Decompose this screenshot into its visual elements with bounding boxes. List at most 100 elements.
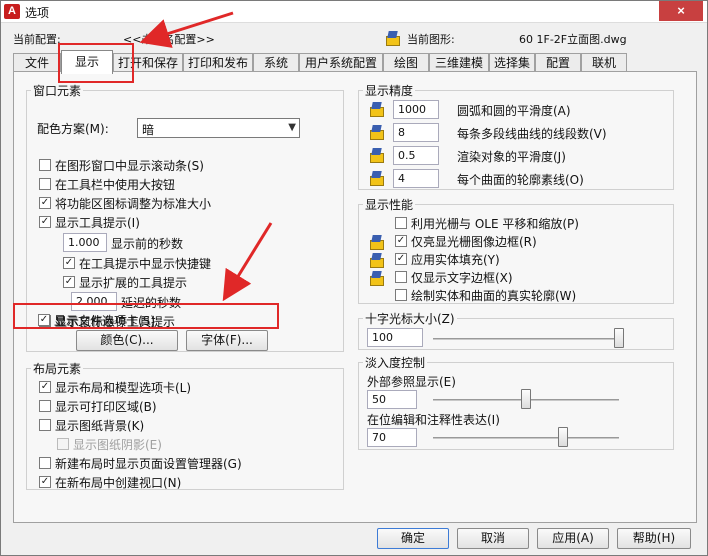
checkbox-layout-model-tabs[interactable]: ✓ bbox=[39, 381, 51, 393]
help-button[interactable]: 帮助(H) bbox=[617, 528, 691, 549]
label-extended-tooltips: 显示扩展的工具提示 bbox=[79, 276, 188, 290]
tab-user-preferences[interactable]: 用户系统配置 bbox=[299, 53, 383, 73]
checkbox-solid-fill[interactable]: ✓ bbox=[395, 253, 407, 265]
tooltip-delay-label: 显示前的秒数 bbox=[111, 237, 184, 251]
color-scheme-label: 配色方案(M): bbox=[37, 122, 109, 136]
crosshair-size-group: 十字光标大小(Z) 100 bbox=[358, 310, 674, 350]
checkbox-show-scrollbars[interactable] bbox=[39, 159, 51, 171]
display-performance-title: 显示性能 bbox=[363, 196, 416, 213]
checkbox-raster-frame-only[interactable]: ✓ bbox=[395, 235, 407, 247]
checkbox-text-frame-only[interactable] bbox=[395, 271, 407, 283]
window-elements-title: 窗口元素 bbox=[31, 82, 84, 99]
display-tab-panel: 窗口元素 配色方案(M): 暗 ▼ 在图形窗口中显示滚动条(S) 在工具栏中使用… bbox=[13, 71, 697, 523]
inplace-edit-label: 在位编辑和注释性表达(I) bbox=[367, 413, 500, 427]
checkbox-tooltip-shortcuts[interactable]: ✓ bbox=[63, 257, 75, 269]
tab-profiles[interactable]: 配置 bbox=[535, 53, 581, 73]
label-true-silhouettes: 绘制实体和曲面的真实轮廓(W) bbox=[411, 289, 577, 303]
tab-files[interactable]: 文件 bbox=[13, 53, 61, 73]
checkbox-large-buttons[interactable] bbox=[39, 178, 51, 190]
tab-display[interactable]: 显示 bbox=[61, 50, 113, 74]
polyline-segments-input[interactable]: 8 bbox=[393, 123, 439, 142]
chevron-down-icon: ▼ bbox=[288, 122, 296, 133]
label-layout-model-tabs: 显示布局和模型选项卡(L) bbox=[55, 381, 192, 395]
layout-elements-group: 布局元素 ✓ 显示布局和模型选项卡(L) 显示可打印区域(B) 显示图纸背景(K… bbox=[26, 360, 344, 490]
checkbox-printable-area[interactable] bbox=[39, 400, 51, 412]
drawing-saved-icon bbox=[369, 270, 385, 286]
tooltip-delay-input[interactable]: 1.000 bbox=[63, 233, 107, 252]
color-scheme-select[interactable]: 暗 ▼ bbox=[137, 118, 300, 138]
checkbox-paper-shadow[interactable] bbox=[57, 438, 69, 450]
label-large-buttons: 在工具栏中使用大按钮 bbox=[55, 178, 176, 192]
xref-display-input[interactable]: 50 bbox=[367, 390, 417, 409]
drawing-saved-icon bbox=[369, 124, 385, 140]
label-paper-background: 显示图纸背景(K) bbox=[55, 419, 145, 433]
drawing-saved-icon bbox=[369, 101, 385, 117]
checkbox-ribbon-icons-standard[interactable]: ✓ bbox=[39, 197, 51, 209]
drawing-saved-icon bbox=[369, 170, 385, 186]
colors-button[interactable]: 颜色(C)... bbox=[76, 330, 178, 351]
annotation-box-file-tabs bbox=[13, 303, 279, 329]
tab-selection[interactable]: 选择集 bbox=[489, 53, 535, 73]
polyline-segments-label: 每条多段线曲线的线段数(V) bbox=[457, 127, 607, 141]
inplace-edit-input[interactable]: 70 bbox=[367, 428, 417, 447]
tab-drafting[interactable]: 绘图 bbox=[383, 53, 429, 73]
crosshair-size-input[interactable]: 100 bbox=[367, 328, 423, 347]
arc-smoothness-label: 圆弧和圆的平滑度(A) bbox=[457, 104, 571, 118]
ok-button[interactable]: 确定 bbox=[377, 528, 449, 549]
display-performance-group: 显示性能 利用光栅与 OLE 平移和缩放(P) ✓ 仅亮显光栅图像边框(R) ✓… bbox=[358, 196, 674, 304]
checkbox-show-tooltips[interactable]: ✓ bbox=[39, 216, 51, 228]
current-drawing-label: 当前图形: bbox=[407, 33, 455, 46]
tab-system[interactable]: 系统 bbox=[253, 53, 299, 73]
tab-online[interactable]: 联机 bbox=[581, 53, 627, 73]
display-resolution-group: 显示精度 1000 圆弧和圆的平滑度(A) 8 每条多段线曲线的线段数(V) 0… bbox=[358, 82, 674, 190]
tab-plot-publish[interactable]: 打印和发布 bbox=[183, 53, 253, 73]
checkbox-true-silhouettes[interactable] bbox=[395, 289, 407, 301]
inplace-slider-thumb[interactable] bbox=[558, 427, 569, 447]
render-smoothness-label: 渲染对象的平滑度(J) bbox=[457, 150, 566, 164]
tab-3d-modeling[interactable]: 三维建模 bbox=[429, 53, 489, 73]
checkbox-paper-background[interactable] bbox=[39, 419, 51, 431]
checkbox-raster-ole-pan[interactable] bbox=[395, 217, 407, 229]
crosshair-size-title: 十字光标大小(Z) bbox=[363, 310, 457, 327]
fonts-button[interactable]: 字体(F)... bbox=[186, 330, 268, 351]
fade-control-title: 淡入度控制 bbox=[363, 354, 428, 371]
crosshair-slider-thumb[interactable] bbox=[614, 328, 624, 348]
color-scheme-value: 暗 bbox=[142, 123, 155, 137]
xref-slider-thumb[interactable] bbox=[521, 389, 531, 409]
drawing-saved-icon bbox=[369, 234, 385, 250]
checkbox-extended-tooltips[interactable]: ✓ bbox=[63, 276, 75, 288]
drawing-saved-icon bbox=[369, 252, 385, 268]
label-raster-ole-pan: 利用光栅与 OLE 平移和缩放(P) bbox=[411, 217, 579, 231]
current-profile-label: 当前配置: bbox=[13, 33, 61, 46]
window-title: 选项 bbox=[25, 6, 50, 20]
label-raster-frame-only: 仅亮显光栅图像边框(R) bbox=[411, 235, 537, 249]
label-ribbon-icons-standard: 将功能区图标调整为标准大小 bbox=[55, 197, 212, 211]
checkbox-page-setup-manager[interactable] bbox=[39, 457, 51, 469]
contour-lines-input[interactable]: 4 bbox=[393, 169, 439, 188]
label-paper-shadow: 显示图纸阴影(E) bbox=[73, 438, 162, 452]
crosshair-slider-track bbox=[433, 338, 619, 340]
current-profile-value: <<未命名配置>> bbox=[123, 33, 215, 46]
cancel-button[interactable]: 取消 bbox=[457, 528, 529, 549]
close-button[interactable]: × bbox=[659, 1, 703, 21]
drawing-saved-icon bbox=[369, 147, 385, 163]
layout-elements-title: 布局元素 bbox=[31, 360, 84, 377]
label-show-tooltips: 显示工具提示(I) bbox=[55, 216, 140, 230]
label-page-setup-manager: 新建布局时显示页面设置管理器(G) bbox=[55, 457, 242, 471]
fade-control-group: 淡入度控制 外部参照显示(E) 50 在位编辑和注释性表达(I) 70 bbox=[358, 354, 674, 450]
xref-display-label: 外部参照显示(E) bbox=[367, 375, 456, 389]
arc-smoothness-input[interactable]: 1000 bbox=[393, 100, 439, 119]
autocad-logo-icon: A bbox=[4, 4, 20, 19]
label-text-frame-only: 仅显示文字边框(X) bbox=[411, 271, 513, 285]
label-solid-fill: 应用实体填充(Y) bbox=[411, 253, 500, 267]
drawing-icon bbox=[385, 30, 401, 46]
checkbox-create-viewport[interactable]: ✓ bbox=[39, 476, 51, 488]
contour-lines-label: 每个曲面的轮廓素线(O) bbox=[457, 173, 584, 187]
label-create-viewport: 在新布局中创建视口(N) bbox=[55, 476, 182, 490]
options-dialog: A 选项 × 当前配置: <<未命名配置>> 当前图形: 60 1F-2F立面图… bbox=[0, 0, 708, 556]
inplace-slider-track bbox=[433, 437, 619, 439]
current-drawing-value: 60 1F-2F立面图.dwg bbox=[519, 33, 627, 46]
label-show-scrollbars: 在图形窗口中显示滚动条(S) bbox=[55, 159, 204, 173]
apply-button[interactable]: 应用(A) bbox=[537, 528, 609, 549]
render-smoothness-input[interactable]: 0.5 bbox=[393, 146, 439, 165]
